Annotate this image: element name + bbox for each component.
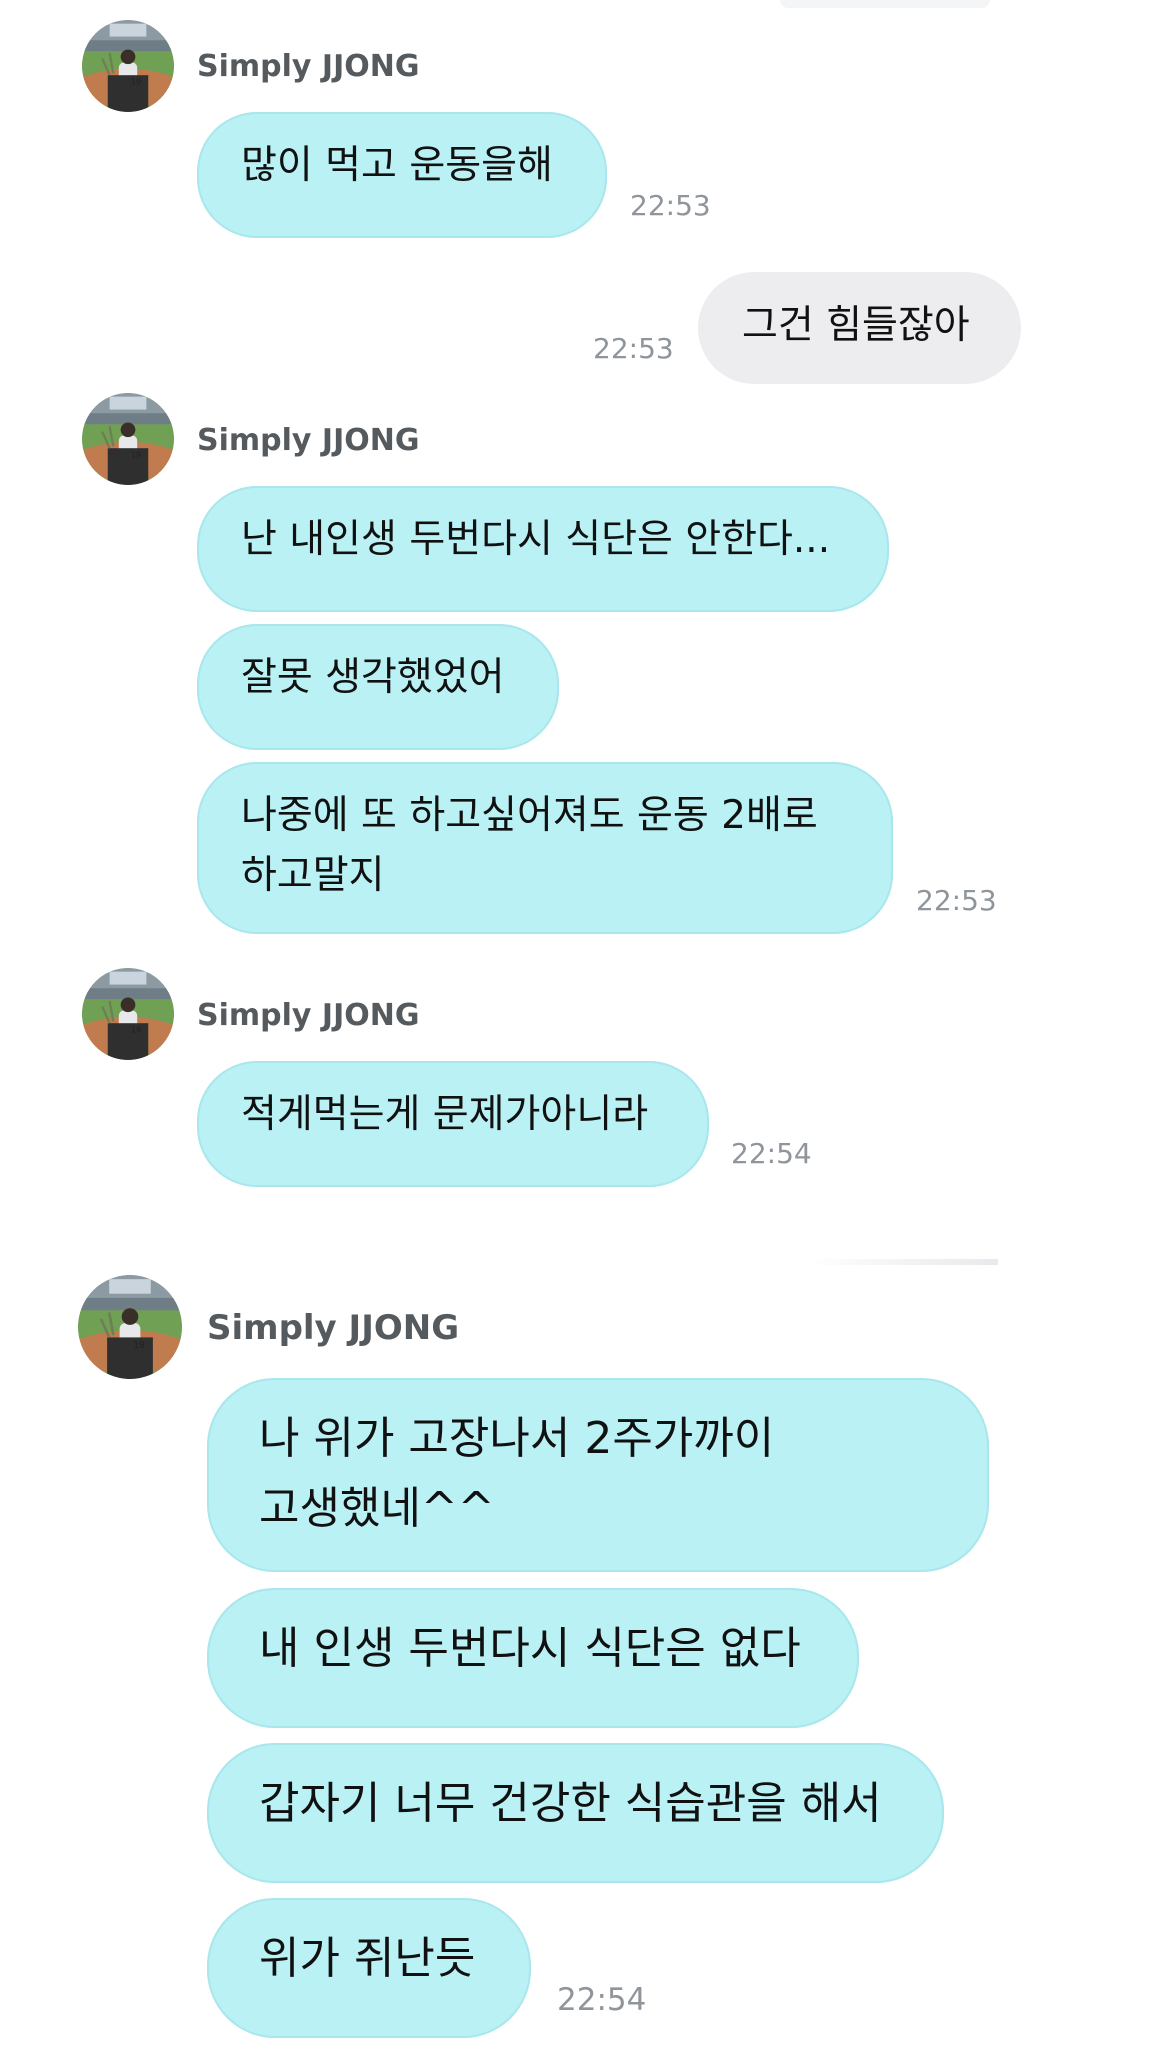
- message-bubble[interactable]: 적게먹는게 문제가아니라: [197, 1061, 709, 1187]
- message-bubble[interactable]: 잘못 생각했었어: [197, 624, 559, 750]
- avatar[interactable]: 19: [82, 393, 174, 485]
- avatar[interactable]: 19: [82, 968, 174, 1060]
- avatar[interactable]: 19: [82, 20, 174, 112]
- previous-bubble-edge: [780, 0, 990, 8]
- svg-text:19: 19: [131, 76, 142, 86]
- sender-name: Simply JJONG: [197, 423, 420, 458]
- message-bubble[interactable]: 많이 먹고 운동을해: [197, 112, 607, 238]
- message-bubble[interactable]: 갑자기 너무 건강한 식습관을 해서: [207, 1743, 944, 1883]
- message-bubble[interactable]: 나중에 또 하고싶어져도 운동 2배로 하고말지: [197, 762, 893, 934]
- message-bubble[interactable]: 위가 쥐난듯: [207, 1898, 531, 2038]
- chat-screen: 19 Simply JJONG 많이 먹고 운동을해 22:53 그건 힘들잖아…: [0, 0, 1151, 2048]
- message-timestamp: 22:53: [593, 332, 674, 365]
- message-timestamp: 22:53: [916, 884, 997, 917]
- message-bubble[interactable]: 내 인생 두번다시 식단은 없다: [207, 1588, 859, 1728]
- outgoing-message-bubble[interactable]: 그건 힘들잖아: [698, 272, 1021, 384]
- message-timestamp: 22:54: [557, 1982, 647, 2018]
- message-timestamp: 22:53: [630, 189, 711, 222]
- sender-name: Simply JJONG: [207, 1308, 460, 1348]
- divider: [808, 1259, 998, 1265]
- svg-text:19: 19: [131, 1024, 142, 1034]
- avatar[interactable]: 19: [78, 1275, 182, 1379]
- svg-text:19: 19: [133, 1340, 145, 1351]
- message-bubble[interactable]: 나 위가 고장나서 2주가까이 고생했네^^: [207, 1378, 989, 1572]
- sender-name: Simply JJONG: [197, 49, 420, 84]
- svg-text:19: 19: [131, 449, 142, 459]
- message-bubble[interactable]: 난 내인생 두번다시 식단은 안한다...: [197, 486, 889, 612]
- sender-name: Simply JJONG: [197, 998, 420, 1033]
- message-timestamp: 22:54: [731, 1137, 812, 1170]
